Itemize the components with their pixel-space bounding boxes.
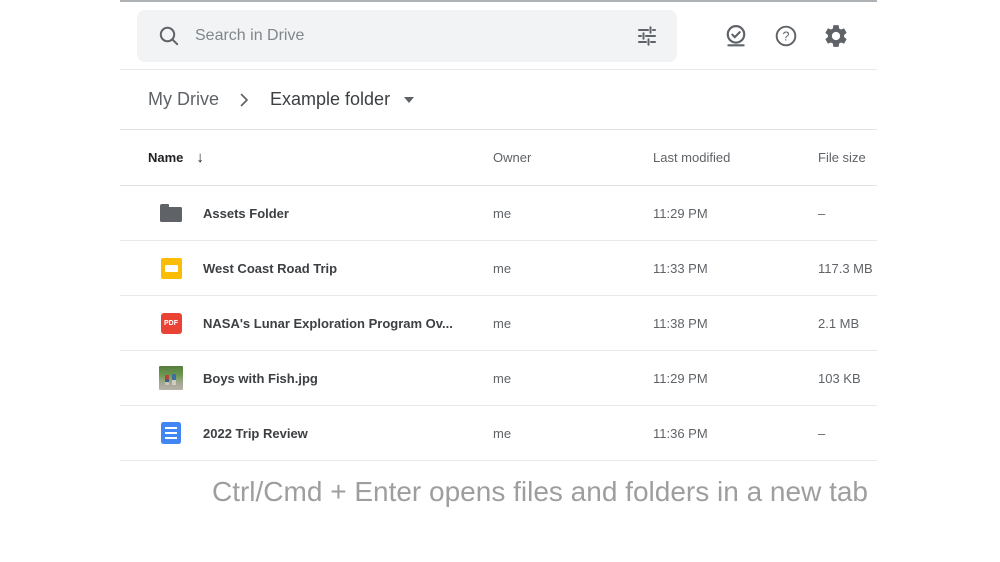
file-owner: me [493, 261, 653, 276]
header-file-size[interactable]: File size [818, 150, 877, 165]
file-list-header: Name ↓ Owner Last modified File size [120, 130, 877, 186]
breadcrumb-current-folder[interactable]: Example folder [270, 89, 414, 110]
file-size: – [818, 426, 877, 441]
file-modified: 11:29 PM [653, 371, 818, 386]
file-size: 117.3 MB [818, 261, 877, 276]
table-row-boys-with-fish[interactable]: Boys with Fish.jpg me 11:29 PM 103 KB [120, 351, 877, 406]
search-input[interactable] [195, 27, 635, 45]
pdf-icon: PDF [159, 311, 183, 335]
sort-descending-icon[interactable]: ↓ [196, 149, 204, 166]
breadcrumb-my-drive[interactable]: My Drive [148, 89, 219, 110]
offline-status-icon[interactable] [723, 23, 749, 49]
file-name: NASA's Lunar Exploration Program Ov... [203, 316, 453, 331]
svg-text:?: ? [783, 29, 790, 43]
table-row-nasa-pdf[interactable]: PDF NASA's Lunar Exploration Program Ov.… [120, 296, 877, 351]
file-size: – [818, 206, 877, 221]
chevron-right-icon [240, 93, 249, 107]
breadcrumb: My Drive Example folder [120, 70, 877, 130]
folder-icon [159, 201, 183, 225]
header-owner[interactable]: Owner [493, 150, 653, 165]
file-owner: me [493, 426, 653, 441]
keyboard-hint-caption: Ctrl/Cmd + Enter opens files and folders… [40, 476, 1000, 508]
docs-icon [159, 421, 183, 445]
file-size: 2.1 MB [818, 316, 877, 331]
topbar-icons: ? [723, 23, 849, 49]
file-owner: me [493, 316, 653, 331]
file-name: West Coast Road Trip [203, 261, 337, 276]
current-folder-label: Example folder [270, 89, 390, 110]
file-modified: 11:36 PM [653, 426, 818, 441]
top-bar: ? [120, 2, 877, 70]
table-row-2022-trip-review[interactable]: 2022 Trip Review me 11:36 PM – [120, 406, 877, 461]
settings-gear-icon[interactable] [823, 23, 849, 49]
table-row-assets-folder[interactable]: Assets Folder me 11:29 PM – [120, 186, 877, 241]
file-modified: 11:33 PM [653, 261, 818, 276]
search-icon[interactable] [157, 24, 181, 48]
table-row-west-coast-road-trip[interactable]: West Coast Road Trip me 11:33 PM 117.3 M… [120, 241, 877, 296]
file-modified: 11:29 PM [653, 206, 818, 221]
search-bar[interactable] [137, 10, 677, 62]
slides-icon [159, 256, 183, 280]
folder-dropdown-arrow-icon[interactable] [404, 97, 414, 103]
file-owner: me [493, 371, 653, 386]
help-icon[interactable]: ? [773, 23, 799, 49]
file-modified: 11:38 PM [653, 316, 818, 331]
image-thumbnail [159, 366, 183, 390]
header-name[interactable]: Name ↓ [148, 149, 493, 166]
file-name: 2022 Trip Review [203, 426, 308, 441]
file-name: Boys with Fish.jpg [203, 371, 318, 386]
search-options-icon[interactable] [635, 24, 659, 48]
header-last-modified[interactable]: Last modified [653, 150, 818, 165]
drive-content-area: ? My Drive Example folder Name ↓ [120, 0, 877, 461]
file-size: 103 KB [818, 371, 877, 386]
file-name: Assets Folder [203, 206, 289, 221]
file-owner: me [493, 206, 653, 221]
